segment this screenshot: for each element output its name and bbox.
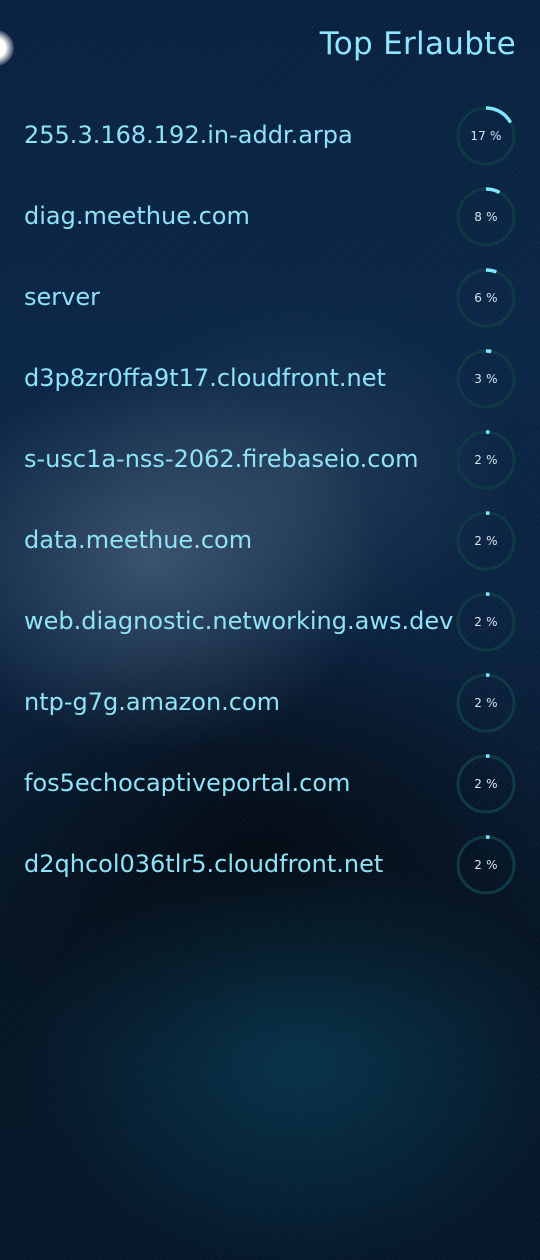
percent-label: 8 % [474,210,498,224]
domain-name: fos5echocaptiveportal.com [24,769,351,797]
percent-gauge: 2 % [456,835,516,895]
percent-gauge: 17 % [456,106,516,166]
percent-gauge: 2 % [456,673,516,733]
percent-gauge: 2 % [456,754,516,814]
domain-name: 255.3.168.192.in-addr.arpa [24,121,353,149]
domain-name: data.meethue.com [24,526,253,554]
list-item[interactable]: ntp-g7g.amazon.com 2 % [0,662,540,743]
list-item[interactable]: fos5echocaptiveportal.com 2 % [0,743,540,824]
percent-gauge: 6 % [456,268,516,328]
domain-name: d2qhcol036tlr5.cloudfront.net [24,850,384,878]
percent-gauge: 2 % [456,430,516,490]
percent-label: 2 % [474,777,498,791]
domain-name: s-usc1a-nss-2062.firebaseio.com [24,445,419,473]
domain-list[interactable]: 255.3.168.192.in-addr.arpa 17 % diag.mee… [0,95,540,905]
domain-name: web.diagnostic.networking.aws.dev [24,607,454,635]
domain-name: diag.meethue.com [24,202,250,230]
list-item[interactable]: web.diagnostic.networking.aws.dev 2 % [0,581,540,662]
percent-label: 2 % [474,858,498,872]
percent-label: 2 % [474,534,498,548]
list-item[interactable]: server 6 % [0,257,540,338]
list-item[interactable]: diag.meethue.com 8 % [0,176,540,257]
percent-label: 17 % [470,129,502,143]
percent-label: 3 % [474,372,498,386]
percent-label: 6 % [474,291,498,305]
page-title: Top Erlaubte [319,26,516,62]
percent-gauge: 8 % [456,187,516,247]
list-item[interactable]: d2qhcol036tlr5.cloudfront.net 2 % [0,824,540,905]
list-item[interactable]: data.meethue.com 2 % [0,500,540,581]
domain-name: server [24,283,100,311]
percent-gauge: 2 % [456,511,516,571]
percent-label: 2 % [474,453,498,467]
pulley-menu-indicator[interactable] [0,30,14,66]
domain-name: d3p8zr0ffa9t17.cloudfront.net [24,364,386,392]
domain-name: ntp-g7g.amazon.com [24,688,281,716]
percent-label: 2 % [474,615,498,629]
list-item[interactable]: d3p8zr0ffa9t17.cloudfront.net 3 % [0,338,540,419]
list-item[interactable]: s-usc1a-nss-2062.firebaseio.com 2 % [0,419,540,500]
list-item[interactable]: 255.3.168.192.in-addr.arpa 17 % [0,95,540,176]
percent-gauge: 3 % [456,349,516,409]
percent-gauge: 2 % [456,592,516,652]
percent-label: 2 % [474,696,498,710]
